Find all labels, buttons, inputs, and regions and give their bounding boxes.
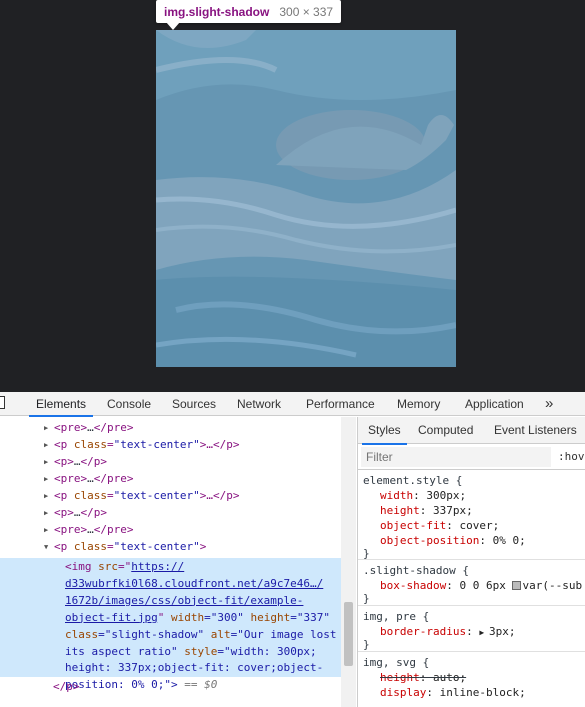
collapse-triangle-icon[interactable]: ▼ — [44, 539, 54, 556]
dom-node[interactable]: ▶ <pre>…</pre> — [44, 419, 134, 436]
hover-state-button[interactable]: :hov — [558, 447, 585, 467]
tooltip-selector: img.slight-shadow — [164, 4, 270, 19]
style-declaration-overridden[interactable]: height: auto; — [380, 670, 466, 685]
devtools-panel: Elements Console Sources Network Perform… — [0, 392, 585, 707]
expand-triangle-icon[interactable]: ▶ — [44, 437, 54, 454]
style-rule-img-pre: img, pre { border-radius: ▶ 3px; } — [358, 606, 585, 652]
rule-close-brace: } — [363, 592, 370, 605]
tooltip-arrow — [166, 22, 180, 30]
style-declaration[interactable]: display: inline-block; — [380, 685, 526, 700]
inspect-element-icon[interactable] — [0, 396, 5, 409]
style-rule-slight-shadow: .slight-shadow { box-shadow: 0 0 6px var… — [358, 560, 585, 606]
image-src-link[interactable]: https:// — [131, 560, 184, 573]
expand-triangle-icon[interactable]: ▶ — [44, 522, 54, 539]
dom-node[interactable]: ▶ <p class="text-center">…</p> — [44, 487, 239, 504]
dom-node[interactable]: ▶ <p class="text-center">…</p> — [44, 436, 239, 453]
tab-memory[interactable]: Memory — [397, 392, 440, 416]
dom-node-close[interactable]: </p> — [53, 678, 80, 695]
tab-sources[interactable]: Sources — [172, 392, 216, 416]
style-declaration[interactable]: border-radius: ▶ 3px; — [380, 624, 515, 639]
tab-event-listeners[interactable]: Event Listeners — [494, 417, 577, 444]
styles-tabbar: Styles Computed Event Listeners — [358, 417, 585, 445]
tooltip-dimensions: 300 × 337 — [279, 4, 334, 19]
style-declaration[interactable]: height: 337px; — [380, 503, 473, 518]
turtle-image[interactable] — [156, 30, 456, 367]
expand-triangle-icon[interactable]: ▶ — [44, 488, 54, 505]
style-declaration[interactable]: object-position: 0% 0; — [380, 533, 526, 548]
expand-shorthand-icon[interactable]: ▶ — [479, 628, 489, 637]
rule-selector[interactable]: .slight-shadow { — [363, 563, 469, 578]
rule-selector[interactable]: img, svg { — [363, 655, 429, 670]
image-src-link[interactable]: 1672b/images/css/object-fit/example- — [65, 594, 303, 607]
dom-node[interactable]: ▶ <p>…</p> — [44, 504, 107, 521]
image-src-link[interactable]: d33wubrfki0l68.cloudfront.net/a9c7e46…/ — [65, 577, 323, 590]
rule-selector[interactable]: element.style { — [363, 473, 462, 488]
style-rule-img-svg: img, svg { height: auto; display: inline… — [358, 652, 585, 707]
rule-close-brace: } — [363, 547, 370, 560]
style-declaration[interactable]: object-fit: cover; — [380, 518, 499, 533]
dom-node[interactable]: ▶ <pre>…</pre> — [44, 470, 134, 487]
style-rule-element: element.style { width: 300px; height: 33… — [358, 470, 585, 560]
dom-scrollbar-thumb[interactable] — [344, 602, 353, 666]
tab-computed[interactable]: Computed — [418, 417, 473, 444]
expand-triangle-icon[interactable]: ▶ — [44, 420, 54, 437]
devtools-tabbar: Elements Console Sources Network Perform… — [0, 392, 585, 417]
dom-node[interactable]: ▶ <p>…</p> — [44, 453, 107, 470]
style-declaration[interactable]: box-shadow: 0 0 6px var(--sub — [380, 578, 582, 593]
tab-application[interactable]: Application — [465, 392, 524, 416]
styles-filter-input[interactable] — [361, 447, 551, 467]
expand-triangle-icon[interactable]: ▶ — [44, 471, 54, 488]
styles-pane: Styles Computed Event Listeners :hov ele… — [357, 417, 585, 707]
tab-styles[interactable]: Styles — [362, 417, 407, 445]
style-declaration[interactable]: width: 300px; — [380, 488, 466, 503]
tab-elements[interactable]: Elements — [28, 392, 94, 417]
expand-triangle-icon[interactable]: ▶ — [44, 505, 54, 522]
tab-performance[interactable]: Performance — [306, 392, 375, 416]
selected-img-node[interactable]: <img src="https:// d33wubrfki0l68.cloudf… — [65, 559, 341, 694]
expand-triangle-icon[interactable]: ▶ — [44, 454, 54, 471]
tab-network[interactable]: Network — [237, 392, 281, 416]
rule-selector[interactable]: img, pre { — [363, 609, 429, 624]
rule-close-brace: } — [363, 638, 370, 651]
image-src-link[interactable]: object-fit.jpg — [65, 611, 158, 624]
dom-node[interactable]: ▶ <pre>…</pre> — [44, 521, 134, 538]
color-swatch-icon[interactable] — [512, 581, 522, 590]
inspect-tooltip: img.slight-shadow 300 × 337 — [156, 0, 342, 23]
filter-row: :hov — [358, 444, 585, 470]
dom-node-expanded[interactable]: ▼ <p class="text-center"> — [44, 538, 206, 555]
dom-tree: ▶ <pre>…</pre> ▶ <p class="text-center">…<… — [0, 417, 341, 707]
page-viewport: img.slight-shadow 300 × 337 — [0, 0, 585, 392]
more-tabs-chevron-icon[interactable]: » — [545, 392, 553, 416]
tab-console[interactable]: Console — [107, 392, 151, 416]
